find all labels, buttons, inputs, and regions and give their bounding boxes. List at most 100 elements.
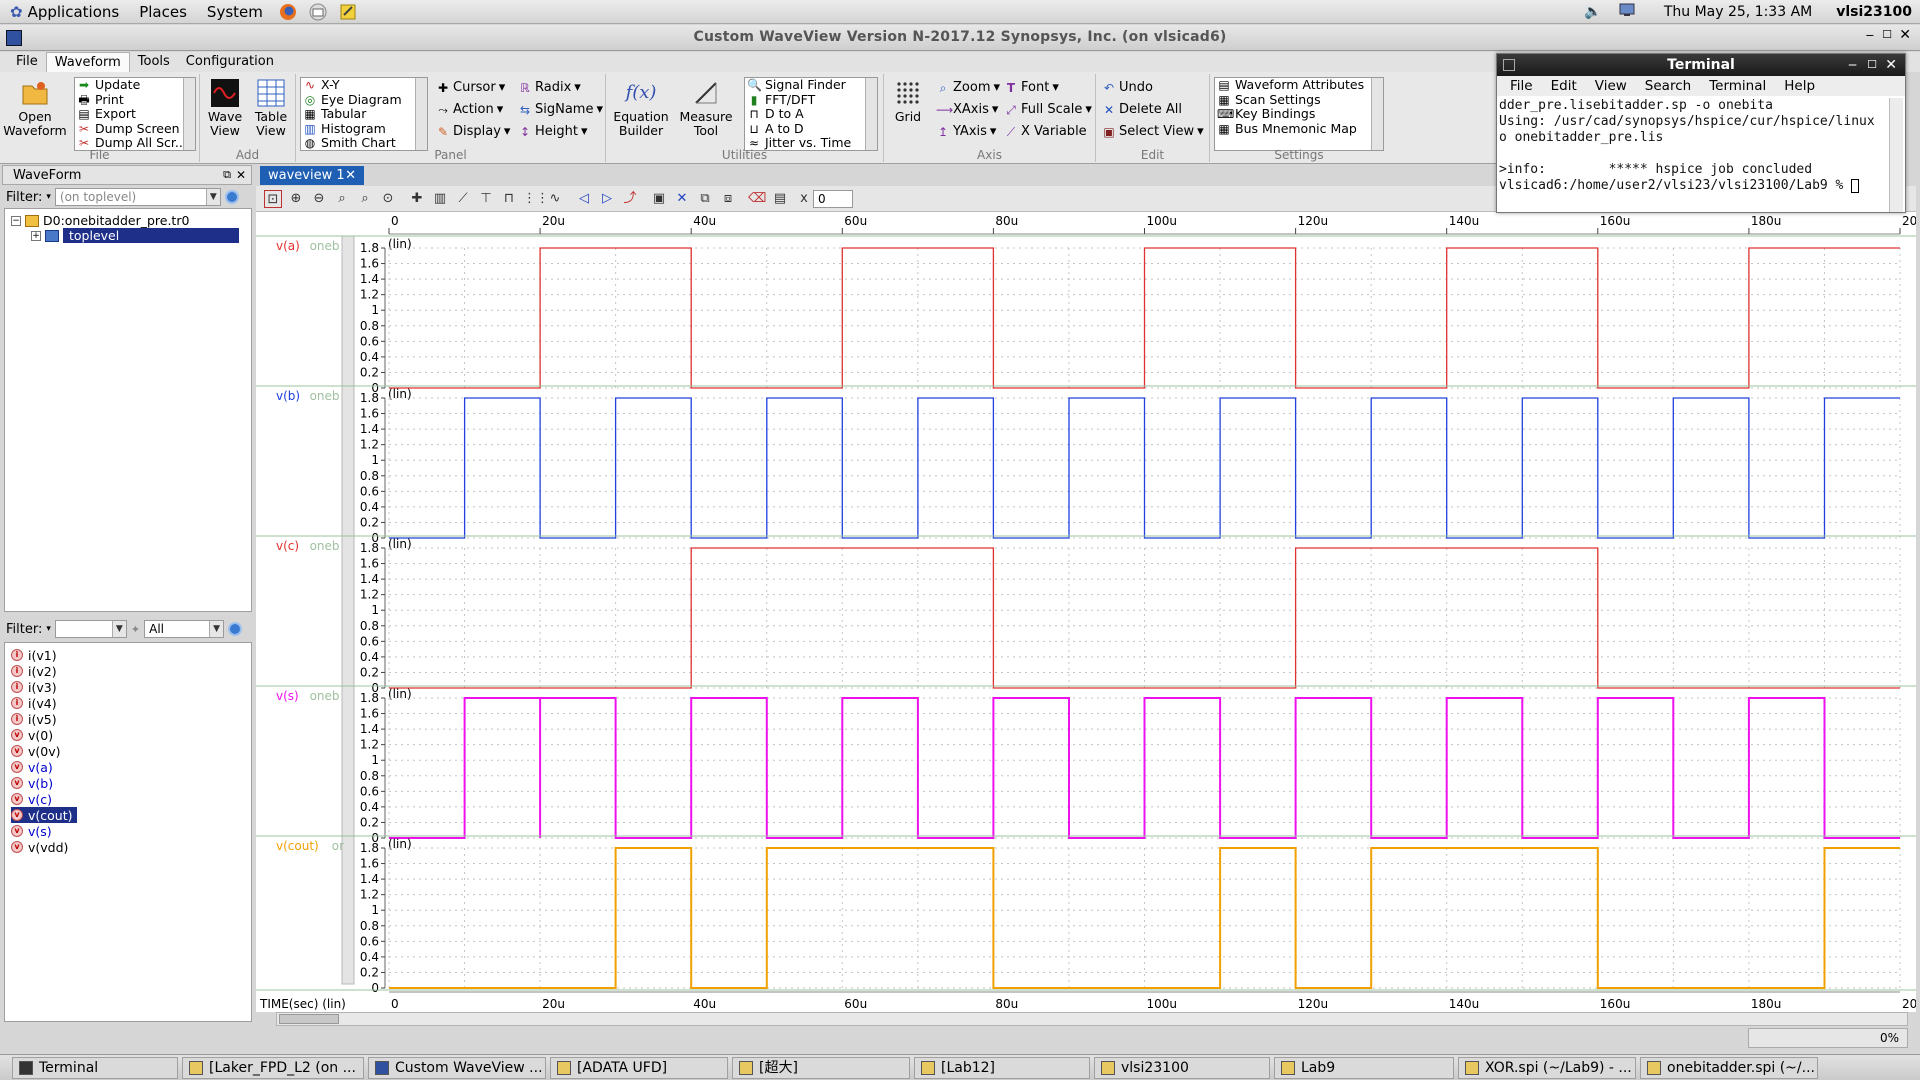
applications-menu[interactable]: ✿ Applications — [0, 3, 129, 21]
list-item-dump-screen[interactable]: ✂ Dump Screen — [75, 121, 195, 137]
list-item-eye-diagram[interactable]: ◎ Eye Diagram — [301, 92, 427, 108]
terminal-menu-terminal[interactable]: Terminal — [1700, 78, 1775, 94]
chevron-down-icon[interactable]: ▼ — [209, 621, 224, 637]
wave-view-button[interactable]: Wave View — [204, 78, 246, 138]
signame-button[interactable]: ⇆ SigName ▾ — [518, 102, 603, 117]
list-item-key-bindings[interactable]: ⌨ Key Bindings — [1215, 106, 1383, 122]
delete-wave-icon[interactable]: ✕ — [673, 190, 691, 208]
panel-list-scrollbar[interactable] — [415, 78, 427, 150]
waveform-filter-input[interactable]: (on toplevel) ▼ — [54, 188, 221, 206]
full-scale-button[interactable]: ⤢ Full Scale ▾ — [1004, 102, 1092, 117]
x-variable-button[interactable]: ⟋ X Variable — [1004, 124, 1087, 139]
prev-edge-icon[interactable]: ◁ — [575, 190, 593, 208]
system-menu[interactable]: System — [197, 3, 273, 21]
delete-all-button[interactable]: ✕ Delete All — [1102, 102, 1182, 117]
list-item-export[interactable]: ▤ Export — [75, 106, 195, 122]
volume-icon[interactable]: 🔈 — [1584, 4, 1601, 20]
terminal-close-icon[interactable]: ✕ — [1885, 54, 1897, 76]
yaxis-button[interactable]: ↥ YAxis ▾ — [936, 124, 996, 139]
table-view-button[interactable]: Table View — [250, 78, 292, 138]
zoom-button[interactable]: ⌕ Zoom ▾ — [936, 80, 1000, 95]
horizontal-scrollbar[interactable] — [276, 1012, 1908, 1026]
taskbar-item[interactable]: [ADATA UFD] — [550, 1057, 728, 1079]
action-button[interactable]: ⤳ Action ▾ — [436, 102, 503, 117]
collapse-icon[interactable]: − — [11, 215, 21, 226]
xaxis-button[interactable]: ⟶ XAxis ▾ — [936, 102, 998, 117]
clock[interactable]: Thu May 25, 1:33 AM — [1664, 4, 1812, 20]
tab-waveview-1[interactable]: waveview 1 ✕ — [260, 166, 364, 185]
waveform-plot[interactable]: 020u40u60u80u100u120u140u160u180u200uv(a… — [256, 212, 1916, 1012]
signal-item[interactable]: v v(0) — [11, 727, 57, 743]
signal-item[interactable]: i i(v1) — [11, 647, 61, 663]
close-tab-icon[interactable]: ✕ — [345, 166, 356, 185]
signal-filter-label[interactable]: Filter: — [6, 622, 42, 637]
vertical-resize-bar[interactable] — [341, 235, 355, 985]
firefox-launcher-icon[interactable] — [275, 2, 301, 22]
taskbar-item[interactable]: vlsi23100 — [1094, 1057, 1270, 1079]
radix-button[interactable]: ℝ Radix ▾ — [518, 80, 581, 95]
signal-item[interactable]: v v(vdd) — [11, 839, 72, 855]
signal-item[interactable]: v v(b) — [11, 775, 57, 791]
places-menu[interactable]: Places — [129, 3, 197, 21]
list-item-signal-finder[interactable]: 🔍 Signal Finder — [745, 78, 877, 93]
tree-child-node[interactable]: + toplevel — [31, 228, 240, 243]
terminal-titlebar[interactable]: Terminal ‒ ☐ ✕ — [1497, 54, 1905, 76]
list-item-tabular[interactable]: ▦ Tabular — [301, 106, 427, 122]
terminal-scrollbar[interactable] — [1889, 98, 1903, 212]
signal-item[interactable]: i i(v3) — [11, 679, 61, 695]
marker-icon[interactable]: ⊤ — [477, 190, 495, 208]
signal-filter-input[interactable]: ▼ — [54, 620, 127, 638]
equation-builder-button[interactable]: f(x) Equation Builder — [610, 78, 672, 138]
taskbar-item[interactable]: [Lab12] — [914, 1057, 1090, 1079]
file-actions-list[interactable]: ➡ Update 🖶 Print ▤ Export ✂ Dump Screen ✂ Dum… — [74, 77, 196, 151]
menu-waveform[interactable]: Waveform — [45, 52, 130, 72]
panel-type-list[interactable]: ∿ X-Y ◎ Eye Diagram ▦ Tabular ▥ Histogram ◍ S… — [300, 77, 428, 151]
copy-wave-icon[interactable]: ⧉ — [696, 190, 714, 208]
signal-item[interactable]: v v(cout) — [11, 807, 77, 823]
maximize-icon[interactable]: ☐ — [1882, 28, 1892, 41]
signal-item[interactable]: v v(a) — [11, 759, 57, 775]
wave-toggle-icon[interactable]: ∿ — [546, 190, 564, 208]
close-pane-icon[interactable]: ✕ — [236, 168, 246, 182]
menu-configuration[interactable]: Configuration — [178, 52, 282, 72]
minimize-icon[interactable]: ‒ — [1866, 28, 1874, 43]
waveform-trace[interactable] — [389, 697, 1900, 839]
list-item-update[interactable]: ➡ Update — [75, 78, 195, 93]
zoom-out-icon[interactable]: ⊖ — [310, 190, 328, 208]
panel-signal-label[interactable]: v(s) — [276, 689, 299, 703]
menu-file[interactable]: File — [8, 52, 46, 72]
list-item-fft[interactable]: ▮ FFT/DFT — [745, 92, 877, 108]
waveform-trace[interactable] — [389, 397, 1900, 539]
list-item-histogram[interactable]: ▥ Histogram — [301, 121, 427, 137]
list-item-d-to-a[interactable]: ⊓ D to A — [745, 106, 877, 122]
taskbar-item[interactable]: [Laker_FPD_L2 (on ... — [182, 1057, 364, 1079]
network-icon[interactable] — [1618, 2, 1636, 22]
settings-list[interactable]: ▤ Waveform Attributes ▦ Scan Settings ⌨ Key… — [1214, 77, 1384, 151]
menu-tools[interactable]: Tools — [130, 52, 178, 72]
grid-toggle-icon[interactable]: ⋮⋮ — [523, 190, 549, 208]
list-item-xy[interactable]: ∿ X-Y — [301, 78, 427, 93]
taskbar-item[interactable]: [超大] — [732, 1057, 910, 1079]
next-edge-icon[interactable]: ▷ — [598, 190, 616, 208]
taskbar-item[interactable]: Terminal — [12, 1057, 178, 1079]
window-titlebar[interactable]: Custom WaveView Version N-2017.12 Synops… — [0, 25, 1920, 51]
zoom-in-icon[interactable]: ⊕ — [287, 190, 305, 208]
font-button[interactable]: T Font ▾ — [1004, 80, 1059, 95]
terminal-output[interactable]: dder_pre.lisebitadder.sp -o onebita Using… — [1499, 98, 1887, 212]
filter-settings-icon[interactable] — [224, 190, 239, 204]
rising-edge-icon[interactable]: ⤴ — [621, 190, 639, 208]
float-pane-icon[interactable]: ⧉ — [223, 168, 231, 182]
chevron-down-icon[interactable]: ▼ — [111, 621, 126, 637]
snapshot-icon[interactable]: ▣ — [650, 190, 668, 208]
waveform-filter-label[interactable]: Filter: — [6, 190, 42, 205]
terminal-menu-file[interactable]: File — [1501, 78, 1542, 94]
signal-item[interactable]: i i(v2) — [11, 663, 61, 679]
utilities-list[interactable]: 🔍 Signal Finder ▮ FFT/DFT ⊓ D to A ⊔ A to D … — [744, 77, 878, 151]
terminal-menu-help[interactable]: Help — [1775, 78, 1824, 94]
panel-signal-label[interactable]: v(cout) — [276, 839, 319, 853]
file-list-scrollbar[interactable] — [183, 78, 195, 150]
zoom-x-icon[interactable]: ⌕ — [333, 190, 351, 208]
notes-launcher-icon[interactable] — [335, 2, 361, 22]
close-icon[interactable]: ✕ — [1899, 27, 1911, 43]
signal-item[interactable]: i i(v4) — [11, 695, 61, 711]
